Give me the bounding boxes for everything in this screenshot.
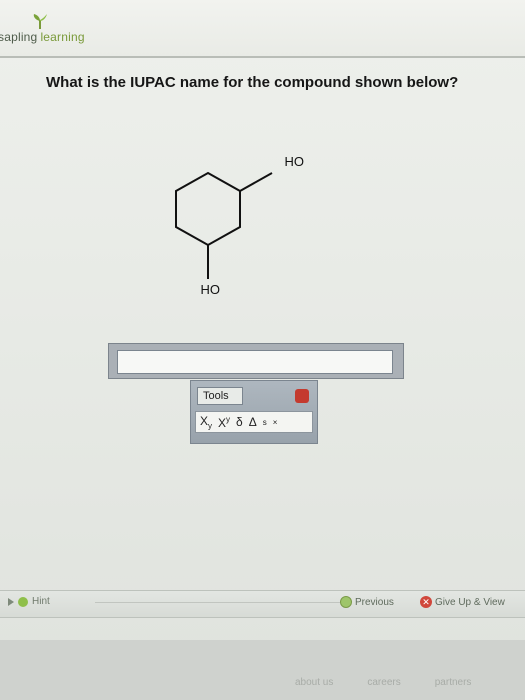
- footer: about us careers partners: [0, 640, 525, 700]
- delta-capital-button[interactable]: Δ: [249, 415, 257, 429]
- hint-label: Hint: [32, 596, 50, 607]
- footer-links: about us careers partners: [295, 677, 471, 688]
- previous-button[interactable]: Previous: [340, 596, 394, 608]
- brand-part1: sapling: [0, 30, 38, 44]
- give-up-button[interactable]: ✕ Give Up & View: [420, 596, 505, 608]
- hint-icon: [18, 596, 28, 607]
- give-up-label: Give Up & View: [435, 596, 505, 608]
- oh-label-bottom: OH: [201, 282, 221, 297]
- molecule-structure: OH OH: [175, 154, 305, 297]
- tools-palette: Tools Xy Xy δ Δ s ×: [190, 380, 318, 444]
- footer-link-careers[interactable]: careers: [367, 677, 400, 688]
- previous-label: Previous: [355, 596, 394, 608]
- brand-logo[interactable]: sapling learning: [0, 30, 85, 44]
- oh-label-top: OH: [285, 154, 305, 169]
- header-bar: sapling learning: [0, 0, 525, 58]
- bottom-bar: Hint Previous ✕ Give Up & View: [0, 590, 525, 618]
- answer-input[interactable]: [117, 350, 393, 374]
- subscript-button[interactable]: Xy: [200, 414, 212, 430]
- brand-part2: learning: [40, 30, 85, 44]
- superscript-button[interactable]: Xy: [218, 415, 230, 430]
- arrow-right-icon: [8, 597, 14, 606]
- tools-tab[interactable]: Tools: [197, 387, 243, 405]
- footer-link-about[interactable]: about us: [295, 677, 333, 688]
- answer-box: [108, 343, 404, 379]
- question-text: What is the IUPAC name for the compound …: [46, 74, 459, 91]
- page: sapling learning What is the IUPAC name f…: [0, 0, 525, 700]
- tools-row: Xy Xy δ Δ s ×: [195, 411, 313, 433]
- previous-icon: [340, 596, 352, 608]
- delta-small-button[interactable]: δ: [236, 415, 243, 429]
- hint-button[interactable]: Hint: [8, 596, 50, 607]
- sprout-icon: [33, 14, 47, 29]
- divider: [95, 602, 340, 603]
- s-button[interactable]: s: [263, 418, 267, 427]
- cyclohexane-ring: [175, 171, 273, 279]
- give-up-icon: ✕: [420, 596, 432, 608]
- footer-link-partners[interactable]: partners: [435, 677, 472, 688]
- feed-icon[interactable]: [295, 389, 309, 403]
- close-icon[interactable]: ×: [273, 418, 278, 427]
